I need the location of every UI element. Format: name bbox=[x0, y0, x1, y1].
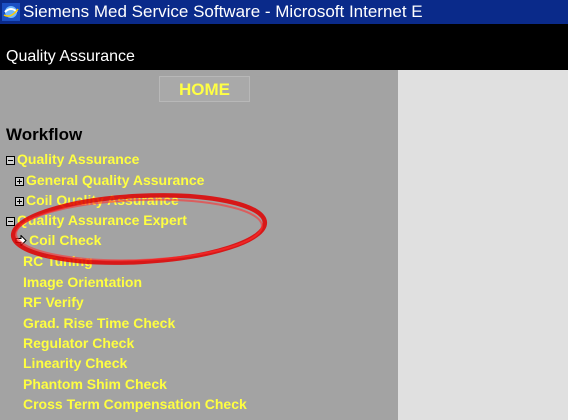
expand-icon[interactable] bbox=[15, 177, 24, 186]
tree-item-label: Phantom Shim Check bbox=[23, 376, 167, 392]
tree-item-image-orientation[interactable]: Image Orientation bbox=[23, 273, 142, 292]
tree-item-linearity-check[interactable]: Linearity Check bbox=[23, 354, 127, 373]
collapse-icon[interactable] bbox=[6, 217, 15, 226]
internet-explorer-icon bbox=[2, 3, 20, 21]
tree-item-coil-quality-assurance[interactable]: Coil Quality Assurance bbox=[15, 191, 179, 210]
tree-item-regulator-check[interactable]: Regulator Check bbox=[23, 334, 134, 353]
tree-item-label: Coil Quality Assurance bbox=[26, 192, 179, 208]
tree-item-label: RF Verify bbox=[23, 294, 84, 310]
tree-item-phantom-shim-check[interactable]: Phantom Shim Check bbox=[23, 375, 167, 394]
tree-item-label: General Quality Assurance bbox=[26, 172, 205, 188]
app-header-title: Quality Assurance bbox=[6, 48, 135, 65]
window-titlebar: Siemens Med Service Software - Microsoft… bbox=[0, 0, 568, 24]
tree-item-label: Quality Assurance bbox=[17, 151, 140, 167]
content-area bbox=[398, 70, 568, 420]
tree-item-label: Grad. Rise Time Check bbox=[23, 315, 176, 331]
collapse-icon[interactable] bbox=[6, 156, 15, 165]
sidebar: HOME Workflow Quality Assurance General … bbox=[0, 70, 398, 420]
tree-item-grad-rise-time-check[interactable]: Grad. Rise Time Check bbox=[23, 314, 175, 333]
tree-item-label: Quality Assurance Expert bbox=[17, 212, 187, 228]
tree-item-quality-assurance-expert[interactable]: Quality Assurance Expert bbox=[6, 211, 187, 230]
tree-item-cross-term-compensation-check[interactable]: Cross Term Compensation Check bbox=[23, 395, 247, 414]
tree-item-coil-check[interactable]: Coil Check bbox=[15, 231, 101, 250]
app-header: Quality Assurance bbox=[0, 44, 568, 70]
home-button[interactable]: HOME bbox=[159, 76, 250, 102]
tree-item-label: Cross Term Compensation Check bbox=[23, 396, 247, 412]
tree-item-label: Linearity Check bbox=[23, 355, 128, 371]
tree-item-rc-tuning[interactable]: RC Tuning bbox=[23, 252, 93, 271]
current-item-arrow-icon bbox=[15, 235, 27, 246]
tree-item-rf-verify[interactable]: RF Verify bbox=[23, 293, 84, 312]
tree-item-label: Regulator Check bbox=[23, 335, 135, 351]
expand-icon[interactable] bbox=[15, 197, 24, 206]
tree-item-label: RC Tuning bbox=[23, 253, 93, 269]
tree-item-label: Coil Check bbox=[29, 232, 102, 248]
tree-item-general-quality-assurance[interactable]: General Quality Assurance bbox=[15, 171, 204, 190]
tree-item-quality-assurance[interactable]: Quality Assurance bbox=[6, 150, 139, 169]
workflow-heading: Workflow bbox=[6, 125, 83, 144]
menu-strip bbox=[0, 24, 568, 44]
window-title: Siemens Med Service Software - Microsoft… bbox=[23, 2, 423, 21]
tree-item-label: Image Orientation bbox=[23, 274, 143, 290]
